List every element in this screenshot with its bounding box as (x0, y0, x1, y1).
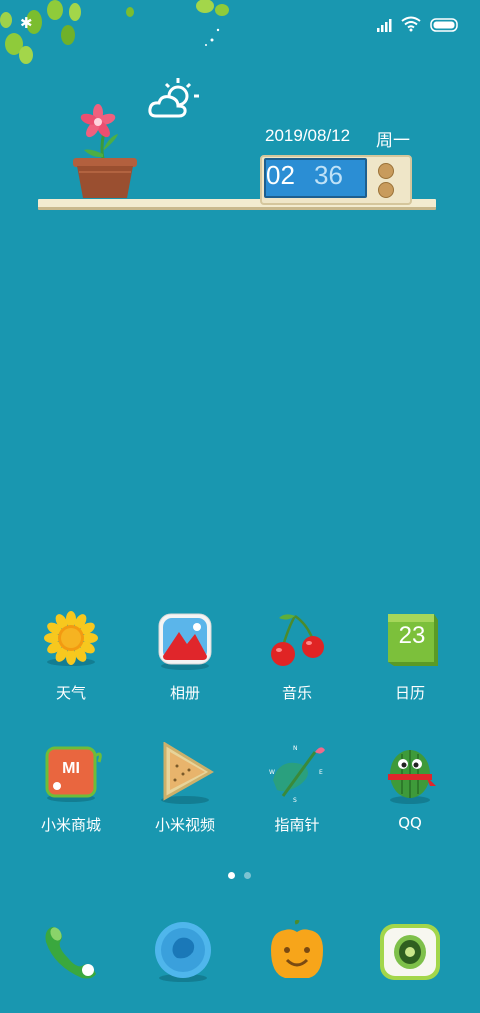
sunflower-icon (39, 610, 103, 674)
flower-pot-icon (73, 104, 137, 198)
app-music[interactable]: 音乐 (252, 610, 342, 703)
status-bar: ✱ (0, 0, 480, 64)
app-label: 音乐 (281, 684, 312, 702)
app-gallery[interactable]: 相册 (140, 610, 230, 703)
phone-icon[interactable] (38, 920, 102, 984)
calendar-icon: 23 (378, 610, 442, 674)
qq-icon (378, 742, 442, 806)
app-compass[interactable]: N W E S 指南针 (252, 742, 342, 835)
gallery-icon (153, 610, 217, 674)
svg-text:W: W (269, 769, 275, 776)
clock-minute: 36 (314, 160, 343, 190)
weekday-label: 周一 (376, 131, 410, 150)
browser-icon[interactable] (265, 920, 329, 984)
clock-hour: 02 (266, 160, 295, 190)
page-dot-active[interactable] (228, 872, 235, 879)
battery-icon (430, 18, 458, 32)
signal-icon (377, 19, 392, 32)
date-label: 2019/08/12 (265, 126, 351, 145)
clock-knob (378, 163, 394, 179)
mi-logo: MI (62, 760, 80, 777)
calendar-day: 23 (398, 622, 426, 649)
app-mi-store[interactable]: MI 小米商城 (26, 742, 116, 835)
compass-icon: N W E S (265, 742, 329, 806)
app-label: 相册 (169, 684, 200, 702)
mi-store-icon: MI (39, 742, 103, 806)
app-label: QQ (398, 814, 422, 832)
svg-text:S: S (293, 797, 297, 804)
app-label: 指南针 (274, 816, 320, 834)
app-label: 天气 (55, 684, 86, 702)
messages-icon[interactable] (151, 920, 215, 984)
app-label: 小米商城 (40, 816, 101, 834)
weather-icon[interactable] (148, 76, 200, 120)
clock-knob (378, 182, 394, 198)
watermelon-video-icon (153, 741, 217, 806)
app-calendar[interactable]: 23 日历 (365, 610, 455, 703)
cherry-icon (265, 610, 329, 674)
camera-icon[interactable] (378, 920, 442, 984)
app-label: 日历 (394, 684, 425, 702)
leaves-decoration (0, 0, 229, 64)
app-label: 小米视频 (154, 816, 215, 834)
svg-text:N: N (293, 745, 298, 752)
app-qq[interactable]: QQ (365, 742, 455, 832)
bluetooth-icon: ✱ (20, 14, 33, 32)
svg-text:E: E (319, 769, 323, 776)
page-dot[interactable] (244, 872, 251, 879)
app-weather[interactable]: 天气 (26, 610, 116, 703)
wifi-icon (401, 16, 421, 32)
app-video[interactable]: 小米视频 (140, 741, 230, 835)
